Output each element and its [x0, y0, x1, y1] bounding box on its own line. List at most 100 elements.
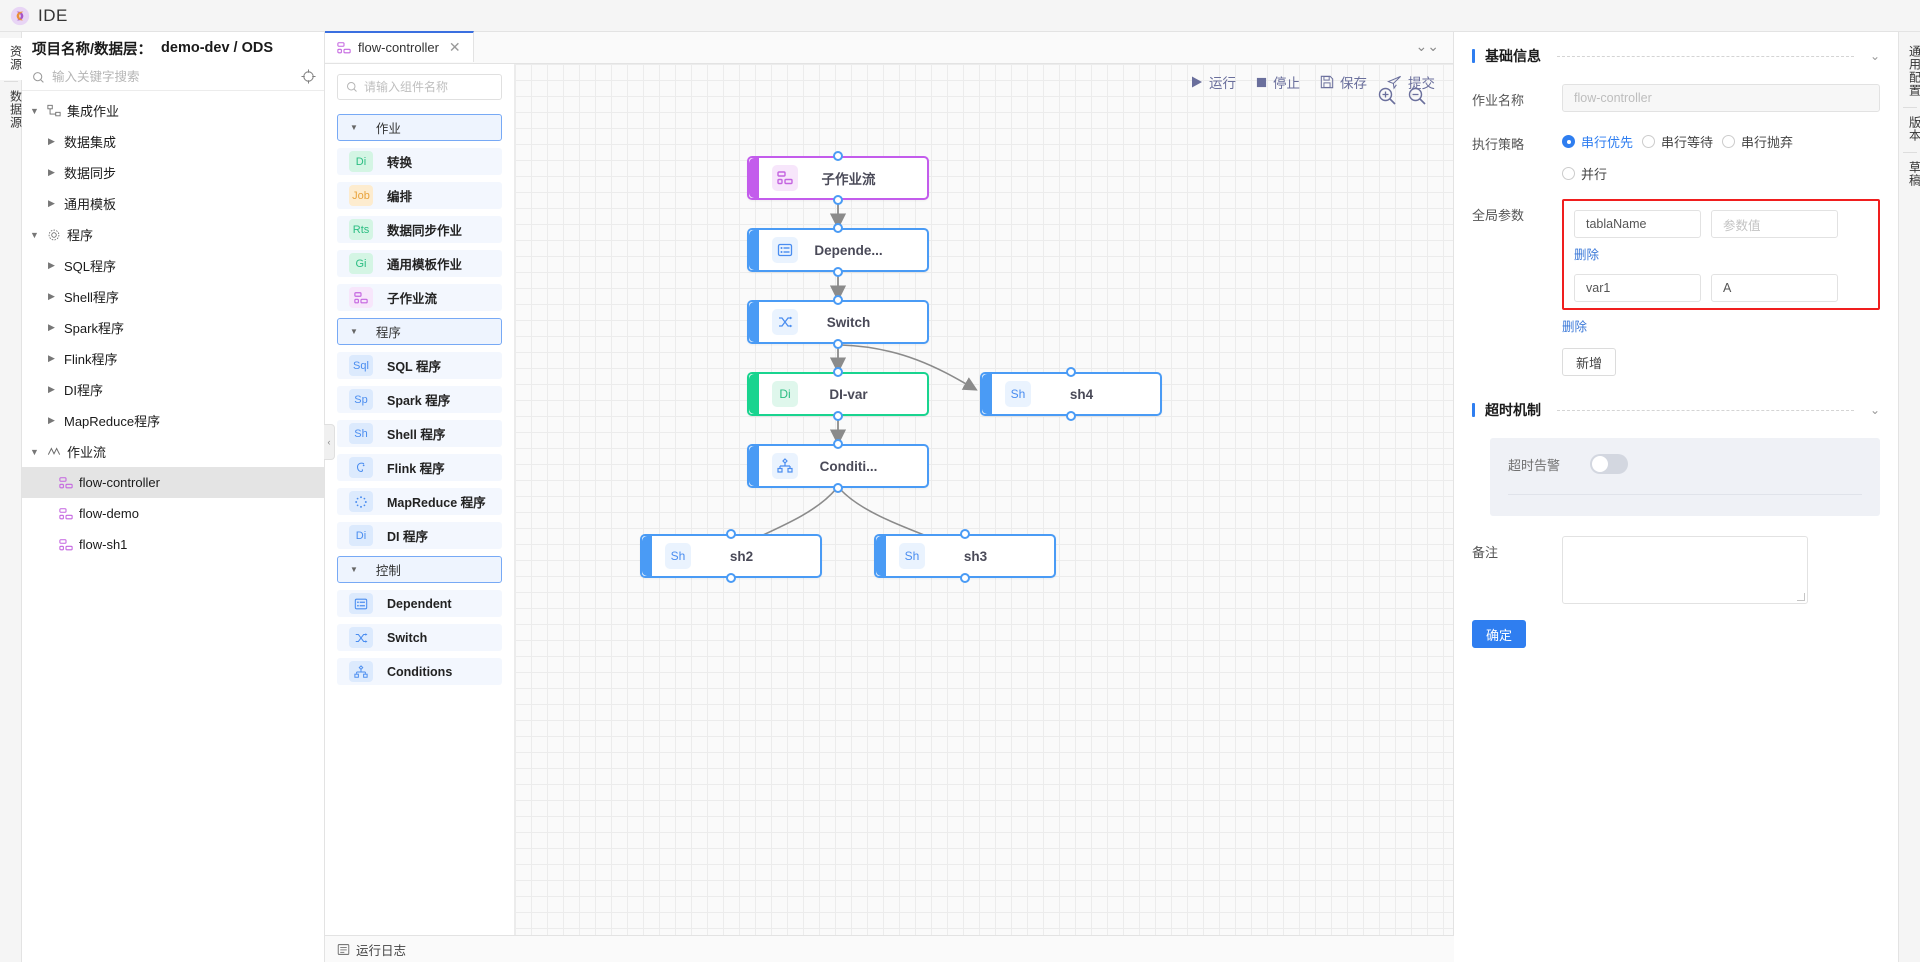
- node-stripe: [876, 536, 886, 576]
- flow-canvas[interactable]: 子作业流 Depende...: [515, 64, 1453, 935]
- radio-serial-priority[interactable]: 串行优先: [1562, 132, 1633, 151]
- tree-node-mapreduce-program[interactable]: ▶ MapReduce程序: [22, 405, 324, 436]
- rail-item-datasource[interactable]: 数据源: [0, 83, 22, 138]
- chevron-down-icon[interactable]: ⌄: [1870, 403, 1880, 417]
- stop-button[interactable]: 停止: [1256, 72, 1300, 92]
- param-value-input[interactable]: A: [1711, 274, 1838, 302]
- param-name-input[interactable]: tablaName: [1574, 210, 1701, 238]
- tree-node-data-sync[interactable]: ▶ 数据同步: [22, 157, 324, 188]
- node-port[interactable]: [833, 439, 843, 449]
- explorer-search-row: [22, 64, 324, 91]
- param-delete-link[interactable]: 删除: [1574, 244, 1599, 263]
- param-name-input[interactable]: var1: [1574, 274, 1701, 302]
- radio-serial-discard[interactable]: 串行抛弃: [1722, 132, 1793, 151]
- chevron-down-icon[interactable]: ⌄: [1870, 49, 1880, 63]
- palette-collapse-handle[interactable]: ‹: [324, 424, 335, 460]
- tree-node-spark-program[interactable]: ▶ Spark程序: [22, 312, 324, 343]
- node-port[interactable]: [726, 573, 736, 583]
- rail-item-general-config[interactable]: 通用配置: [1899, 38, 1920, 106]
- node-port[interactable]: [833, 151, 843, 161]
- palette-item-dependent[interactable]: Dependent: [337, 590, 502, 617]
- tab-flow-controller[interactable]: flow-controller ✕: [325, 31, 474, 62]
- radio-parallel[interactable]: 并行: [1562, 164, 1607, 183]
- node-port[interactable]: [960, 573, 970, 583]
- node-port[interactable]: [1066, 411, 1076, 421]
- palette-item-general-template-job[interactable]: Gi 通用模板作业: [337, 250, 502, 277]
- node-port[interactable]: [1066, 367, 1076, 377]
- locate-target-icon[interactable]: [301, 69, 316, 84]
- confirm-button[interactable]: 确定: [1472, 620, 1526, 648]
- tree-node-shell-program[interactable]: ▶ Shell程序: [22, 281, 324, 312]
- collapse-panel-icon[interactable]: ⌄⌄: [1416, 39, 1439, 53]
- rail-item-resource[interactable]: 资源: [0, 38, 22, 80]
- palette-group-program[interactable]: ▼ 程序: [337, 318, 502, 345]
- node-port[interactable]: [960, 529, 970, 539]
- tree-node-flink-program[interactable]: ▶ Flink程序: [22, 343, 324, 374]
- run-button[interactable]: 运行: [1191, 72, 1236, 92]
- palette-group-control[interactable]: ▼ 控制: [337, 556, 502, 583]
- flow-node-subflow[interactable]: 子作业流: [747, 156, 929, 200]
- tree-item-flow-sh1[interactable]: flow-sh1: [22, 529, 324, 560]
- flow-node-switch[interactable]: Switch: [747, 300, 929, 344]
- node-port[interactable]: [833, 367, 843, 377]
- palette-item-flink-program[interactable]: Flink 程序: [337, 454, 502, 481]
- chevron-right-icon: ▶: [48, 198, 58, 209]
- node-port[interactable]: [833, 267, 843, 277]
- palette-item-orchestration[interactable]: Job 编排: [337, 182, 502, 209]
- palette-item-mapreduce-program[interactable]: MapReduce 程序: [337, 488, 502, 515]
- add-param-button[interactable]: 新增: [1562, 348, 1616, 376]
- close-icon[interactable]: ✕: [449, 39, 461, 56]
- palette-item-spark-program[interactable]: Sp Spark 程序: [337, 386, 502, 413]
- di-badge-icon: Di: [349, 525, 373, 546]
- node-port[interactable]: [833, 295, 843, 305]
- tree-item-flow-controller[interactable]: flow-controller: [22, 467, 324, 498]
- tree-node-program[interactable]: ▼ 程序: [22, 219, 324, 250]
- node-port[interactable]: [833, 195, 843, 205]
- radio-serial-wait[interactable]: 串行等待: [1642, 132, 1713, 151]
- run-log-bar[interactable]: 运行日志: [325, 935, 1454, 962]
- node-port[interactable]: [833, 339, 843, 349]
- node-port[interactable]: [833, 411, 843, 421]
- tree-node-sql-program[interactable]: ▶ SQL程序: [22, 250, 324, 281]
- job-name-input[interactable]: flow-controller: [1562, 84, 1880, 112]
- node-port[interactable]: [833, 483, 843, 493]
- palette-item-data-sync-job[interactable]: Rts 数据同步作业: [337, 216, 502, 243]
- tree-node-general-template[interactable]: ▶ 通用模板: [22, 188, 324, 219]
- flow-node-conditions[interactable]: Conditi...: [747, 444, 929, 488]
- flow-node-sh3[interactable]: Sh sh3: [874, 534, 1056, 578]
- explorer-panel: 项目名称/数据层： demo-dev / ODS ▼: [22, 32, 325, 962]
- timeout-alarm-toggle[interactable]: [1590, 454, 1628, 474]
- tree-node-integration-job[interactable]: ▼ 集成作业: [22, 95, 324, 126]
- tree-node-workflow[interactable]: ▼ 作业流: [22, 436, 324, 467]
- rail-item-draft[interactable]: 草稿: [1899, 154, 1920, 196]
- node-port[interactable]: [726, 529, 736, 539]
- tree-node-data-integration[interactable]: ▶ 数据集成: [22, 126, 324, 157]
- flow-node-sh4[interactable]: Sh sh4: [980, 372, 1162, 416]
- palette-item-sql-program[interactable]: Sql SQL 程序: [337, 352, 502, 379]
- flow-node-di-var[interactable]: Di DI-var: [747, 372, 929, 416]
- node-port[interactable]: [833, 223, 843, 233]
- submit-button[interactable]: 提交: [1387, 72, 1435, 92]
- save-button[interactable]: 保存: [1320, 72, 1367, 92]
- palette-item-switch[interactable]: Switch: [337, 624, 502, 651]
- timeout-alarm-row: 超时告警: [1508, 454, 1862, 474]
- tree-node-label: SQL程序: [64, 256, 116, 275]
- palette-item-conditions[interactable]: Conditions: [337, 658, 502, 685]
- tree-node-di-program[interactable]: ▶ DI程序: [22, 374, 324, 405]
- palette-item-shell-program[interactable]: Sh Shell 程序: [337, 420, 502, 447]
- palette-item-di-program[interactable]: Di DI 程序: [337, 522, 502, 549]
- section-accent-bar: [1472, 49, 1475, 63]
- param-value-input[interactable]: 参数值: [1711, 210, 1838, 238]
- flow-node-sh2[interactable]: Sh sh2: [640, 534, 822, 578]
- palette-item-subflow[interactable]: 子作业流: [337, 284, 502, 311]
- remark-textarea[interactable]: [1562, 536, 1808, 604]
- palette-item-transform[interactable]: Di 转换: [337, 148, 502, 175]
- param-delete-link[interactable]: 删除: [1562, 316, 1587, 335]
- flow-node-dependent[interactable]: Depende...: [747, 228, 929, 272]
- palette-group-job[interactable]: ▼ 作业: [337, 114, 502, 141]
- explorer-search-input[interactable]: [52, 70, 262, 84]
- rail-item-version[interactable]: 版本: [1899, 109, 1920, 151]
- tree-item-flow-demo[interactable]: flow-demo: [22, 498, 324, 529]
- palette-search-input[interactable]: [364, 80, 489, 94]
- app-logo-icon: [10, 6, 30, 26]
